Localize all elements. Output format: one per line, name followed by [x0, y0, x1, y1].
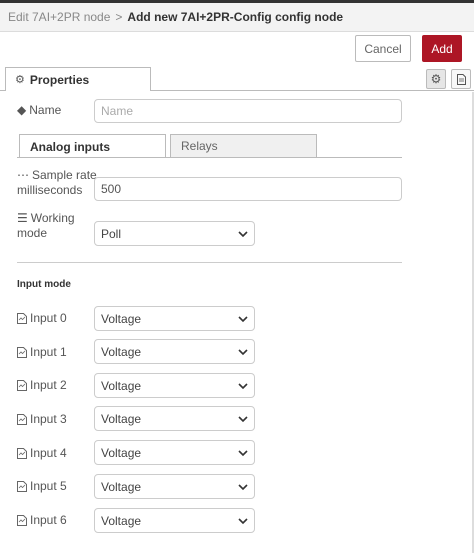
input-1-label: Input 1 [17, 345, 67, 360]
document-icon [456, 73, 466, 85]
list-icon: ☰ [17, 211, 28, 225]
breadcrumb-separator: > [115, 10, 123, 24]
input-3-value: Voltage [101, 411, 142, 426]
subtab-line [17, 157, 402, 158]
tab-analog-inputs[interactable]: Analog inputs [19, 134, 166, 158]
file-icon [17, 481, 27, 492]
breadcrumb-parent[interactable]: Edit 7AI+2PR node [8, 10, 110, 24]
cancel-button[interactable]: Cancel [355, 35, 411, 62]
name-input-placeholder: Name [101, 104, 134, 118]
tab-properties[interactable]: ⚙ Properties [5, 67, 151, 91]
input-2-value: Voltage [101, 378, 142, 393]
input-mode-title: Input mode [17, 279, 71, 290]
input-0-select[interactable]: Voltage [94, 306, 255, 331]
input-4-select[interactable]: Voltage [94, 440, 255, 465]
input-6-value: Voltage [101, 513, 142, 528]
input-0-value: Voltage [101, 311, 142, 326]
sample-rate-value: 500 [101, 182, 122, 196]
working-mode-value: Poll [101, 226, 122, 241]
input-3-label: Input 3 [17, 412, 67, 427]
chevron-down-icon [238, 415, 248, 422]
input-4-label: Input 4 [17, 446, 67, 461]
input-5-value: Voltage [101, 479, 142, 494]
name-label: ◆ Name [17, 103, 62, 117]
file-icon [17, 347, 27, 358]
file-icon [17, 380, 27, 391]
tray-header: Edit 7AI+2PR node > Add new 7AI+2PR-Conf… [0, 3, 474, 32]
breadcrumb-current: Add new 7AI+2PR-Config config node [127, 10, 344, 24]
chevron-down-icon [238, 483, 248, 490]
input-5-label: Input 5 [17, 479, 67, 494]
ellipsis-icon: ⋯ [17, 168, 29, 182]
working-mode-label: ☰ Working mode [17, 211, 75, 240]
section-divider [17, 262, 402, 263]
input-1-value: Voltage [101, 344, 142, 359]
file-icon [17, 515, 27, 526]
input-1-select[interactable]: Voltage [94, 339, 255, 364]
input-0-label: Input 0 [17, 311, 67, 326]
name-input[interactable]: Name [94, 99, 402, 123]
file-icon [17, 414, 27, 425]
tab-properties-label: Properties [29, 72, 90, 87]
chevron-down-icon [238, 517, 248, 524]
chevron-down-icon [238, 382, 248, 389]
tab-relays[interactable]: Relays [170, 134, 317, 158]
input-4-value: Voltage [101, 445, 142, 460]
tag-icon: ◆ [17, 103, 27, 117]
tab-settings[interactable]: ⚙ [426, 69, 446, 89]
file-icon [17, 448, 27, 459]
input-6-select[interactable]: Voltage [94, 508, 255, 533]
input-2-select[interactable]: Voltage [94, 373, 255, 398]
file-icon [17, 313, 27, 324]
chevron-down-icon [238, 230, 248, 237]
input-6-label: Input 6 [17, 513, 67, 528]
tab-description[interactable] [451, 69, 471, 89]
input-2-label: Input 2 [17, 378, 67, 393]
input-5-select[interactable]: Voltage [94, 474, 255, 499]
chevron-down-icon [238, 315, 248, 322]
input-3-select[interactable]: Voltage [94, 406, 255, 431]
sample-rate-input[interactable]: 500 [94, 177, 402, 201]
chevron-down-icon [238, 449, 248, 456]
gear-icon: ⚙ [15, 74, 25, 86]
working-mode-select[interactable]: Poll [94, 221, 255, 246]
gear-icon: ⚙ [430, 72, 442, 86]
add-button[interactable]: Add [422, 35, 462, 62]
sample-rate-label: ⋯ Sample rate milliseconds [17, 168, 97, 197]
chevron-down-icon [238, 348, 248, 355]
